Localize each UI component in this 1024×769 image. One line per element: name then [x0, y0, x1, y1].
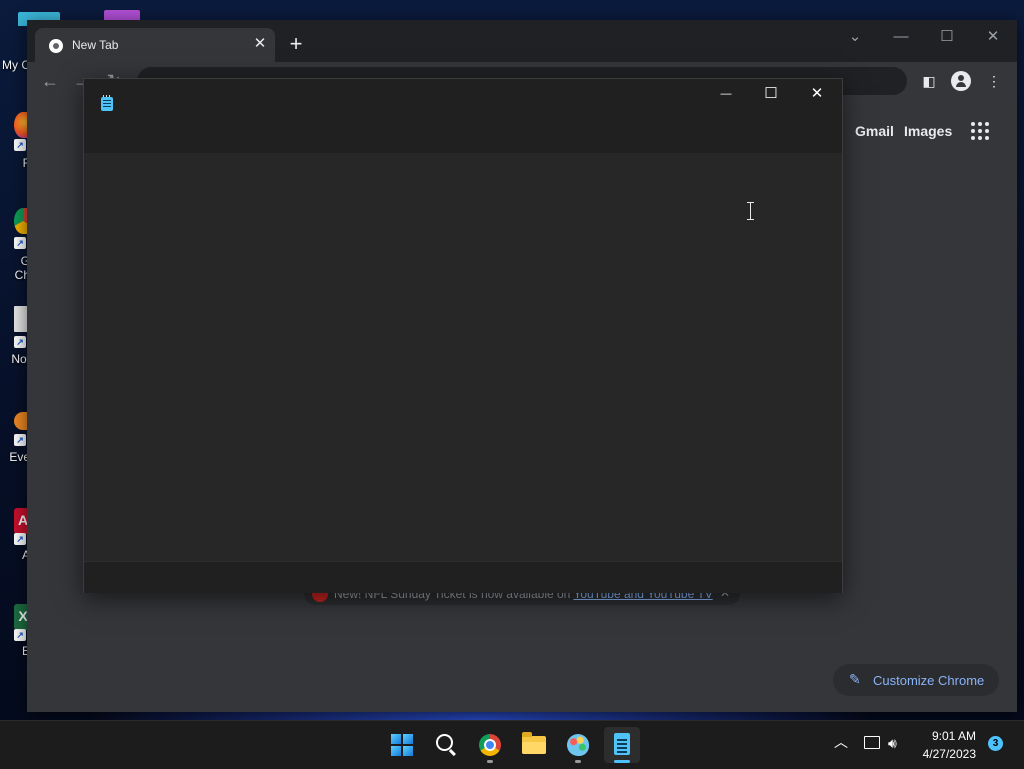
profile-avatar-icon[interactable]: [951, 71, 971, 91]
back-arrow-icon[interactable]: ←: [39, 70, 61, 92]
show-hidden-icons-chevron-icon[interactable]: ︿: [834, 735, 848, 749]
tab-new-tab[interactable]: New Tab ✕: [35, 28, 275, 62]
notepad-titlebar[interactable]: — ☐ ✕: [84, 79, 842, 123]
menu-kebab-icon[interactable]: ⋮: [984, 71, 1004, 91]
shortcut-arrow-icon: ↗: [14, 336, 26, 348]
notepad-window: — ☐ ✕: [83, 78, 843, 593]
shortcut-arrow-icon: ↗: [14, 629, 26, 641]
desktop-icon-label: A: [21, 548, 30, 562]
notepad-close-button[interactable]: ✕: [797, 83, 837, 105]
desktop-icon-label: E: [21, 644, 30, 658]
shortcut-arrow-icon: ↗: [14, 139, 26, 151]
chrome-minimize-button[interactable]: —: [890, 26, 912, 48]
notepad-menubar: [84, 123, 842, 153]
chrome-icon: [479, 734, 501, 756]
text-cursor-icon: [745, 202, 756, 220]
taskbar: ︿ 🔊︎ 9:01 AM 4/27/2023: [0, 720, 1024, 769]
active-indicator: [614, 760, 630, 763]
chrome-favicon-icon: [49, 39, 63, 53]
notification-badge[interactable]: 3: [988, 736, 1003, 751]
shortcut-arrow-icon: ↗: [14, 434, 26, 446]
google-apps-grid-icon[interactable]: [971, 122, 989, 140]
chrome-close-button[interactable]: ✕: [982, 26, 1004, 48]
folder-icon: [522, 732, 546, 754]
tab-close-icon[interactable]: ✕: [251, 35, 269, 53]
taskbar-file-explorer-button[interactable]: [516, 727, 552, 763]
notepad-icon: [614, 733, 630, 755]
volume-icon[interactable]: 🔊︎: [888, 735, 897, 752]
shortcut-arrow-icon: ↗: [14, 533, 26, 545]
notepad-maximize-button[interactable]: ☐: [751, 83, 791, 105]
notepad-text-area[interactable]: [84, 153, 842, 561]
desktop-icon-label: Eve: [9, 450, 30, 464]
clock-date[interactable]: 4/27/2023: [916, 747, 976, 761]
side-panel-icon[interactable]: ◧: [919, 71, 939, 91]
taskbar-search-button[interactable]: [428, 727, 464, 763]
taskbar-chrome-button[interactable]: [472, 727, 508, 763]
paint-palette-icon: [567, 734, 589, 756]
running-indicator: [487, 760, 493, 763]
tab-title: New Tab: [72, 38, 119, 52]
notepad-minimize-button[interactable]: —: [706, 83, 746, 105]
notepad-status-bar: [84, 561, 842, 593]
pencil-icon: ✎: [849, 671, 861, 687]
customize-chrome-button[interactable]: ✎ Customize Chrome: [833, 664, 999, 696]
network-icon[interactable]: [864, 736, 880, 749]
desktop-icon-label: G Ch: [14, 254, 30, 282]
tab-search-chevron-icon[interactable]: ⌄: [844, 26, 866, 48]
desktop-icon-label: F: [0, 156, 30, 170]
tab-strip: New Tab ✕ + ⌄ — ☐ ✕: [27, 20, 1017, 62]
images-link[interactable]: Images: [904, 123, 952, 139]
chrome-maximize-button[interactable]: ☐: [936, 26, 958, 48]
taskbar-notepad-button[interactable]: [604, 727, 640, 763]
taskbar-paint-button[interactable]: [560, 727, 596, 763]
search-icon: [436, 734, 453, 751]
clock-time[interactable]: 9:01 AM: [920, 729, 976, 743]
shortcut-arrow-icon: ↗: [14, 237, 26, 249]
windows-logo-icon: [391, 734, 413, 756]
gmail-link[interactable]: Gmail: [855, 123, 894, 139]
new-tab-button[interactable]: +: [285, 33, 307, 55]
desktop-icon-label: Not: [11, 352, 30, 366]
running-indicator: [575, 760, 581, 763]
start-button[interactable]: [384, 727, 420, 763]
notepad-icon: [101, 95, 113, 111]
customize-chrome-label: Customize Chrome: [873, 673, 985, 688]
